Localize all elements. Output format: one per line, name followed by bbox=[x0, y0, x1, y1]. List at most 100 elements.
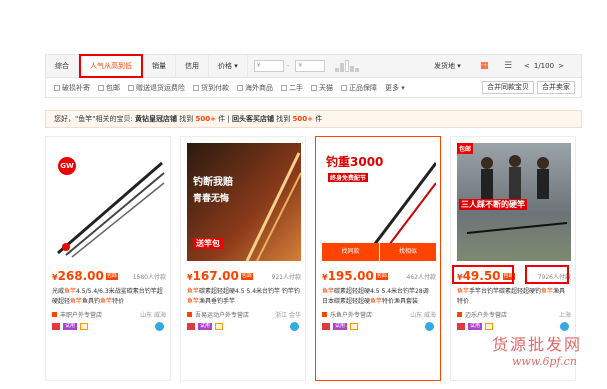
sort-bar: 综合 人气从高到低 销量 信用 价格 ▾ ¥ - ¥ 发货地 ▾ ▦ ☰ < 1… bbox=[45, 53, 582, 78]
highlight-paid-box bbox=[525, 265, 569, 284]
tip-link-repeat[interactable]: 回头客买店铺 bbox=[232, 115, 274, 123]
checkbox[interactable] bbox=[281, 84, 287, 91]
paid-count: 921人付款 bbox=[271, 273, 301, 281]
tab-credit[interactable]: 信用 bbox=[176, 55, 209, 77]
shop-icon bbox=[187, 312, 192, 317]
promo-text: 送竿包 bbox=[193, 238, 223, 249]
product-card[interactable]: 钓重3000 终身免费配节 找同款 找相似 ¥195.00 包邮 462人付款 … bbox=[315, 136, 441, 381]
find-same-button[interactable]: 找同款 bbox=[322, 243, 379, 261]
tip-link-crown[interactable]: 黄钻皇冠店铺 bbox=[135, 115, 177, 123]
next-page-button[interactable]: > bbox=[558, 55, 564, 77]
tip-keyword: "鱼竿" bbox=[75, 115, 96, 123]
guarantee-icon bbox=[485, 323, 494, 330]
filter-overseas[interactable]: 海外商品 bbox=[237, 83, 273, 93]
checkbox[interactable] bbox=[341, 84, 347, 91]
filter-label: 货到付款 bbox=[201, 83, 229, 92]
tip-text: 相关的宝贝: bbox=[95, 115, 136, 123]
checkbox[interactable] bbox=[311, 84, 317, 91]
tab-comprehensive[interactable]: 综合 bbox=[46, 55, 79, 77]
badge-row: 试用 bbox=[457, 323, 494, 330]
list-view-icon[interactable]: ☰ bbox=[504, 62, 512, 71]
product-card[interactable]: 钓断我赔 青春无悔 送竿包 ¥167.00 包邮 921人付款 鱼竿碳素超轻超硬… bbox=[180, 136, 306, 381]
shop-name[interactable]: 丰职户外专营店 bbox=[60, 310, 102, 319]
grid-view-icon[interactable]: ▦ bbox=[480, 62, 489, 71]
badge-row: 试用 bbox=[322, 323, 359, 330]
shop-name[interactable]: 乐鱼户外专营店 bbox=[330, 310, 372, 319]
filter-tmall[interactable]: 天猫 bbox=[311, 83, 333, 93]
tip-prefix: 您好， bbox=[54, 115, 75, 123]
pager: < 1/100 > bbox=[524, 55, 564, 77]
shop-icon bbox=[457, 312, 462, 317]
product-price: ¥167.00 bbox=[187, 269, 239, 283]
prev-page-button[interactable]: < bbox=[524, 55, 530, 77]
more-filters-button[interactable]: 更多 ▾ bbox=[385, 83, 405, 93]
shop-icon bbox=[52, 312, 57, 317]
price-distribution-icon[interactable] bbox=[335, 60, 365, 72]
guarantee-icon bbox=[350, 323, 359, 330]
paid-count: 1580人付款 bbox=[132, 273, 166, 281]
shop-row: 丰职户外专营店 山东 威海 bbox=[52, 310, 166, 319]
tip-text: 找到 bbox=[274, 115, 293, 123]
chat-icon[interactable] bbox=[290, 322, 299, 331]
tab-sales[interactable]: 销量 bbox=[143, 55, 176, 77]
product-title[interactable]: 鱼竿手竿台钓竿碳素超轻超硬钓鱼竿渔具特价 bbox=[457, 287, 571, 307]
filter-free-shipping[interactable]: 包邮 bbox=[98, 83, 120, 93]
product-image[interactable]: 三人踩不断的硬竿 包邮 bbox=[457, 143, 571, 261]
merge-seller-button[interactable]: 合并卖家 bbox=[537, 81, 575, 94]
shop-name[interactable]: 迈乐户外专营店 bbox=[465, 310, 507, 319]
paid-count: 462人付款 bbox=[406, 273, 436, 281]
product-title[interactable]: 鱼竿碳素超轻超硬4.5 5.4米台钓竿 钓竿钓鱼竿渔具垂钓手竿 bbox=[187, 287, 301, 307]
tip-count: 500+ bbox=[195, 115, 216, 123]
checkbox[interactable] bbox=[98, 84, 104, 91]
checkbox[interactable] bbox=[237, 84, 243, 91]
filter-label: 包邮 bbox=[106, 83, 120, 92]
filter-label: 海外商品 bbox=[245, 83, 273, 92]
chevron-down-icon: ▾ bbox=[457, 62, 461, 70]
tmall-icon bbox=[52, 323, 60, 330]
checkbox[interactable] bbox=[128, 84, 134, 91]
promo-text: 钓断我赔 bbox=[193, 177, 233, 188]
brand-logo: GW bbox=[58, 157, 76, 175]
product-title[interactable]: 鱼竿碳素超轻超硬4.5 5.4米台钓竿28调 日本碳素超轻超硬鱼竿特价渔具套装 bbox=[322, 287, 436, 307]
product-title[interactable]: 光威鱼竿4.5/5.4/6.3米战鲨碳素台钓竿超硬超轻鱼竿鱼具钓鱼竿特价 bbox=[52, 287, 166, 307]
filter-broken-resend[interactable]: 破损补寄 bbox=[54, 83, 90, 93]
ship-from-dropdown[interactable]: 发货地 ▾ bbox=[434, 55, 461, 77]
chevron-down-icon: ▾ bbox=[234, 62, 238, 70]
tip-count: 500+ bbox=[292, 115, 313, 123]
price-dash: - bbox=[286, 62, 290, 70]
product-card[interactable]: GW ¥268.00 包邮 1580人付款 光威鱼竿4.5/5.4/6.3米战鲨… bbox=[45, 136, 171, 381]
price-row: ¥268.00 包邮 1580人付款 bbox=[52, 269, 166, 283]
product-image[interactable]: GW bbox=[52, 143, 166, 261]
highlight-price-box bbox=[452, 265, 514, 284]
filter-genuine[interactable]: 正品保障 bbox=[341, 83, 377, 93]
filter-return-insurance[interactable]: 赠送退货运费险 bbox=[128, 83, 185, 93]
badge-row: 试用 bbox=[187, 323, 224, 330]
checkbox[interactable] bbox=[193, 84, 199, 91]
find-similar-button[interactable]: 找相似 bbox=[379, 243, 436, 261]
filter-second-hand[interactable]: 二手 bbox=[281, 83, 303, 93]
tip-text: 件 bbox=[312, 115, 323, 123]
chat-icon[interactable] bbox=[155, 322, 164, 331]
price-max-input[interactable]: ¥ bbox=[295, 60, 326, 72]
price-label: 价格 bbox=[218, 62, 232, 70]
page-indicator: 1/100 bbox=[533, 62, 555, 70]
filter-label: 破损补寄 bbox=[62, 83, 90, 92]
merge-same-button[interactable]: 合并同款宝贝 bbox=[482, 81, 534, 94]
free-shipping-badge: 包邮 bbox=[375, 272, 388, 280]
shop-name[interactable]: 吾易运动户外专营店 bbox=[195, 310, 249, 319]
shop-icon bbox=[322, 312, 327, 317]
tab-popularity[interactable]: 人气从高到低 bbox=[79, 53, 143, 78]
tab-price[interactable]: 价格 ▾ bbox=[209, 55, 248, 77]
shop-row: 迈乐户外专营店 上海 bbox=[457, 310, 571, 319]
tmall-icon bbox=[457, 323, 465, 330]
tmall-icon bbox=[187, 323, 195, 330]
product-image[interactable]: 钓断我赔 青春无悔 送竿包 bbox=[187, 143, 301, 261]
price-min-input[interactable]: ¥ bbox=[253, 60, 284, 72]
location: 上海 bbox=[558, 312, 571, 319]
chat-icon[interactable] bbox=[560, 322, 569, 331]
checkbox[interactable] bbox=[54, 84, 60, 91]
filter-cod[interactable]: 货到付款 bbox=[193, 83, 229, 93]
chat-icon[interactable] bbox=[425, 322, 434, 331]
more-label: 更多 bbox=[385, 83, 399, 92]
shop-row: 吾易运动户外专营店 浙江 金华 bbox=[187, 310, 301, 319]
